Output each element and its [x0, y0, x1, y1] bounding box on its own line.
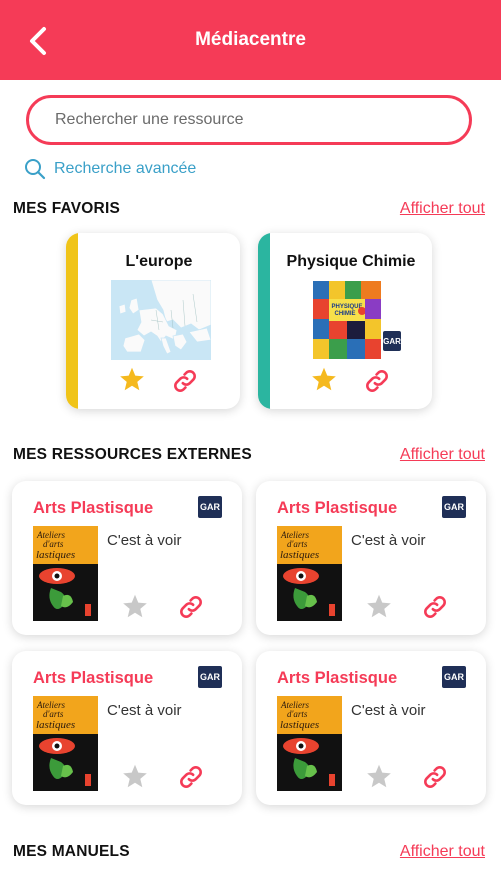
- search-input[interactable]: [55, 111, 443, 129]
- arts-plastiques-cover-image: Ateliers d'arts lastiques: [277, 696, 342, 791]
- resource-title: Arts Plastisque: [33, 669, 154, 687]
- link-icon[interactable]: [178, 594, 204, 620]
- search-icon: [25, 159, 46, 180]
- resource-description: C'est à voir: [107, 702, 182, 719]
- svg-text:PHYSIQUE: PHYSIQUE: [331, 304, 362, 310]
- card-color-bar: [66, 233, 78, 409]
- link-icon[interactable]: [178, 764, 204, 790]
- favorites-show-all-link[interactable]: Afficher tout: [400, 200, 485, 218]
- resource-description: C'est à voir: [107, 532, 182, 549]
- cover-text: lastiques: [280, 719, 319, 731]
- cover-text: d'arts: [287, 539, 308, 549]
- favorite-title: Physique Chimie: [286, 253, 416, 270]
- resource-description: C'est à voir: [351, 702, 426, 719]
- app-header: Médiacentre: [0, 0, 501, 80]
- arts-plastiques-cover-image: Ateliers d'arts lastiques: [33, 696, 98, 791]
- favorites-title: MES FAVORIS: [13, 200, 120, 217]
- favorite-title: L'europe: [125, 253, 193, 270]
- favorite-star-icon[interactable]: [118, 366, 146, 393]
- card-color-bar: [258, 233, 270, 409]
- favorite-star-icon[interactable]: [310, 366, 338, 393]
- cover-text: lastiques: [36, 549, 75, 561]
- gar-badge: GAR: [442, 666, 466, 688]
- favorite-star-icon[interactable]: [365, 593, 393, 620]
- favorite-card[interactable]: L'europe: [66, 233, 240, 409]
- search-box[interactable]: [26, 95, 472, 145]
- arts-plastiques-cover-image: Ateliers d'arts lastiques: [33, 526, 98, 621]
- link-icon[interactable]: [364, 368, 390, 394]
- resource-title: Arts Plastisque: [33, 499, 154, 517]
- gar-badge: GAR: [198, 666, 222, 688]
- resource-title: Arts Plastisque: [277, 669, 398, 687]
- cover-text: d'arts: [287, 709, 308, 719]
- arts-plastiques-cover-image: Ateliers d'arts lastiques: [277, 526, 342, 621]
- resource-card[interactable]: Arts Plastisque GAR Ateliers d'arts last…: [256, 481, 486, 635]
- cover-text: d'arts: [43, 539, 64, 549]
- link-icon[interactable]: [422, 594, 448, 620]
- svg-text:CHIMIE: CHIMIE: [335, 311, 356, 317]
- resource-card[interactable]: Arts Plastisque GAR Ateliers d'arts last…: [256, 651, 486, 805]
- resource-description: C'est à voir: [351, 532, 426, 549]
- resource-card[interactable]: Arts Plastisque GAR Ateliers d'arts last…: [12, 481, 242, 635]
- favorite-card[interactable]: Physique Chimie PHYSIQUE CHIMIE GAR: [258, 233, 432, 409]
- favorite-star-icon[interactable]: [121, 593, 149, 620]
- page-title: Médiacentre: [195, 29, 306, 50]
- manuals-title: MES MANUELS: [13, 843, 130, 860]
- resource-card[interactable]: Arts Plastisque GAR Ateliers d'arts last…: [12, 651, 242, 805]
- advanced-search-link[interactable]: Recherche avancée: [24, 158, 196, 180]
- europe-map-image: [111, 280, 211, 360]
- resource-title: Arts Plastisque: [277, 499, 398, 517]
- link-icon[interactable]: [422, 764, 448, 790]
- favorite-star-icon[interactable]: [365, 763, 393, 790]
- external-resources-title: MES RESSOURCES EXTERNES: [13, 446, 252, 463]
- manuals-show-all-link[interactable]: Afficher tout: [400, 843, 485, 861]
- gar-badge: GAR: [442, 496, 466, 518]
- physique-chimie-cover-image: PHYSIQUE CHIMIE: [312, 280, 382, 360]
- cover-text: lastiques: [280, 549, 319, 561]
- gar-badge: GAR: [383, 331, 401, 351]
- external-show-all-link[interactable]: Afficher tout: [400, 446, 485, 464]
- cover-text: d'arts: [43, 709, 64, 719]
- favorite-star-icon[interactable]: [121, 763, 149, 790]
- gar-badge: GAR: [198, 496, 222, 518]
- link-icon[interactable]: [172, 368, 198, 394]
- cover-text: lastiques: [36, 719, 75, 731]
- advanced-search-label: Recherche avancée: [54, 160, 197, 177]
